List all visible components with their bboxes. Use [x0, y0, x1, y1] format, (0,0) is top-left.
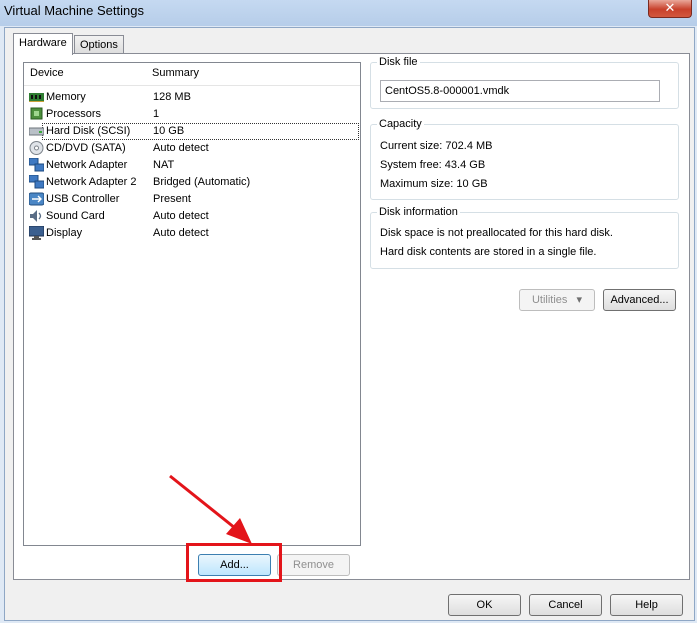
device-row-sound-card[interactable]: Sound Card Auto detect [24, 208, 360, 225]
usb-icon [29, 192, 44, 206]
device-row-cd-dvd[interactable]: CD/DVD (SATA) Auto detect [24, 140, 360, 157]
device-name: Hard Disk (SCSI) [46, 125, 131, 137]
device-name: Processors [46, 108, 102, 120]
disk-info-line-2: Hard disk contents are stored in a singl… [380, 246, 597, 258]
disk-file-group: Disk file CentOS5.8-000001.vmdk [370, 56, 679, 109]
virtual-machine-settings-window: Virtual Machine Settings ✕ Hardware Opti… [0, 0, 697, 623]
device-row-memory[interactable]: Memory 128 MB [24, 89, 360, 106]
device-summary: Auto detect [153, 210, 209, 222]
tab-options[interactable]: Options [74, 35, 124, 54]
network-adapter-icon [29, 158, 44, 172]
device-row-display[interactable]: Display Auto detect [24, 225, 360, 242]
hard-disk-icon [29, 127, 44, 136]
annotation-arrow-icon [169, 474, 252, 544]
dialog-body: Hardware Options Device Summary Memory 1… [4, 27, 695, 621]
current-size-text: Current size: 702.4 MB [380, 140, 493, 152]
device-row-usb-controller[interactable]: USB Controller Present [24, 191, 360, 208]
disk-information-group: Disk information Disk space is not preal… [370, 206, 679, 269]
device-summary: Auto detect [153, 142, 209, 154]
device-row-network-adapter-2[interactable]: Network Adapter 2 Bridged (Automatic) [24, 174, 360, 191]
device-summary: Present [153, 193, 191, 205]
device-name: Sound Card [46, 210, 105, 222]
ok-button[interactable]: OK [448, 594, 521, 616]
sound-card-icon [30, 210, 42, 222]
device-summary: Auto detect [153, 227, 209, 239]
device-name: USB Controller [46, 193, 120, 205]
device-summary: 1 [153, 108, 160, 120]
device-list-header: Device Summary [24, 63, 360, 86]
processor-icon [30, 107, 43, 120]
device-summary: Bridged (Automatic) [153, 176, 251, 188]
network-adapter-icon [29, 175, 44, 189]
device-row-processors[interactable]: Processors 1 [24, 106, 360, 123]
disk-file-field[interactable]: CentOS5.8-000001.vmdk [380, 80, 660, 102]
close-button[interactable]: ✕ [648, 0, 692, 18]
device-summary: 128 MB [153, 91, 191, 103]
device-name: CD/DVD (SATA) [46, 142, 126, 154]
disk-information-title: Disk information [377, 206, 460, 218]
device-row-network-adapter[interactable]: Network Adapter NAT [24, 157, 360, 174]
tab-hardware[interactable]: Hardware [13, 33, 73, 55]
help-button[interactable]: Help [610, 594, 683, 616]
capacity-title: Capacity [377, 118, 424, 130]
device-column-header[interactable]: Device [30, 67, 64, 79]
memory-icon [29, 93, 44, 102]
cancel-button[interactable]: Cancel [529, 594, 602, 616]
title-bar[interactable]: Virtual Machine Settings ✕ [0, 0, 697, 26]
utilities-dropdown-button[interactable]: Utilities ▾ [519, 289, 595, 311]
display-icon [29, 226, 44, 240]
device-summary: 10 GB [153, 125, 185, 137]
utilities-label: Utilities [531, 294, 568, 306]
disk-file-title: Disk file [377, 56, 420, 68]
maximum-size-text: Maximum size: 10 GB [380, 178, 488, 190]
chevron-down-icon: ▾ [576, 294, 583, 306]
hardware-tab-panel: Device Summary Memory 128 MB Processors … [13, 53, 690, 582]
system-free-text: System free: 43.4 GB [380, 159, 486, 171]
disk-info-line-1: Disk space is not preallocated for this … [380, 227, 613, 239]
cd-dvd-icon [29, 141, 44, 155]
capacity-group: Capacity Current size: 702.4 MB System f… [370, 118, 679, 200]
remove-button[interactable]: Remove [277, 554, 350, 576]
advanced-button[interactable]: Advanced... [603, 289, 676, 311]
device-name: Network Adapter 2 [46, 176, 137, 188]
device-name: Display [46, 227, 83, 239]
device-summary: NAT [153, 159, 175, 171]
summary-column-header[interactable]: Summary [152, 67, 199, 79]
window-title: Virtual Machine Settings [4, 3, 144, 18]
device-name: Memory [46, 91, 86, 103]
device-name: Network Adapter [46, 159, 128, 171]
device-row-hard-disk[interactable]: Hard Disk (SCSI) 10 GB [24, 123, 360, 140]
